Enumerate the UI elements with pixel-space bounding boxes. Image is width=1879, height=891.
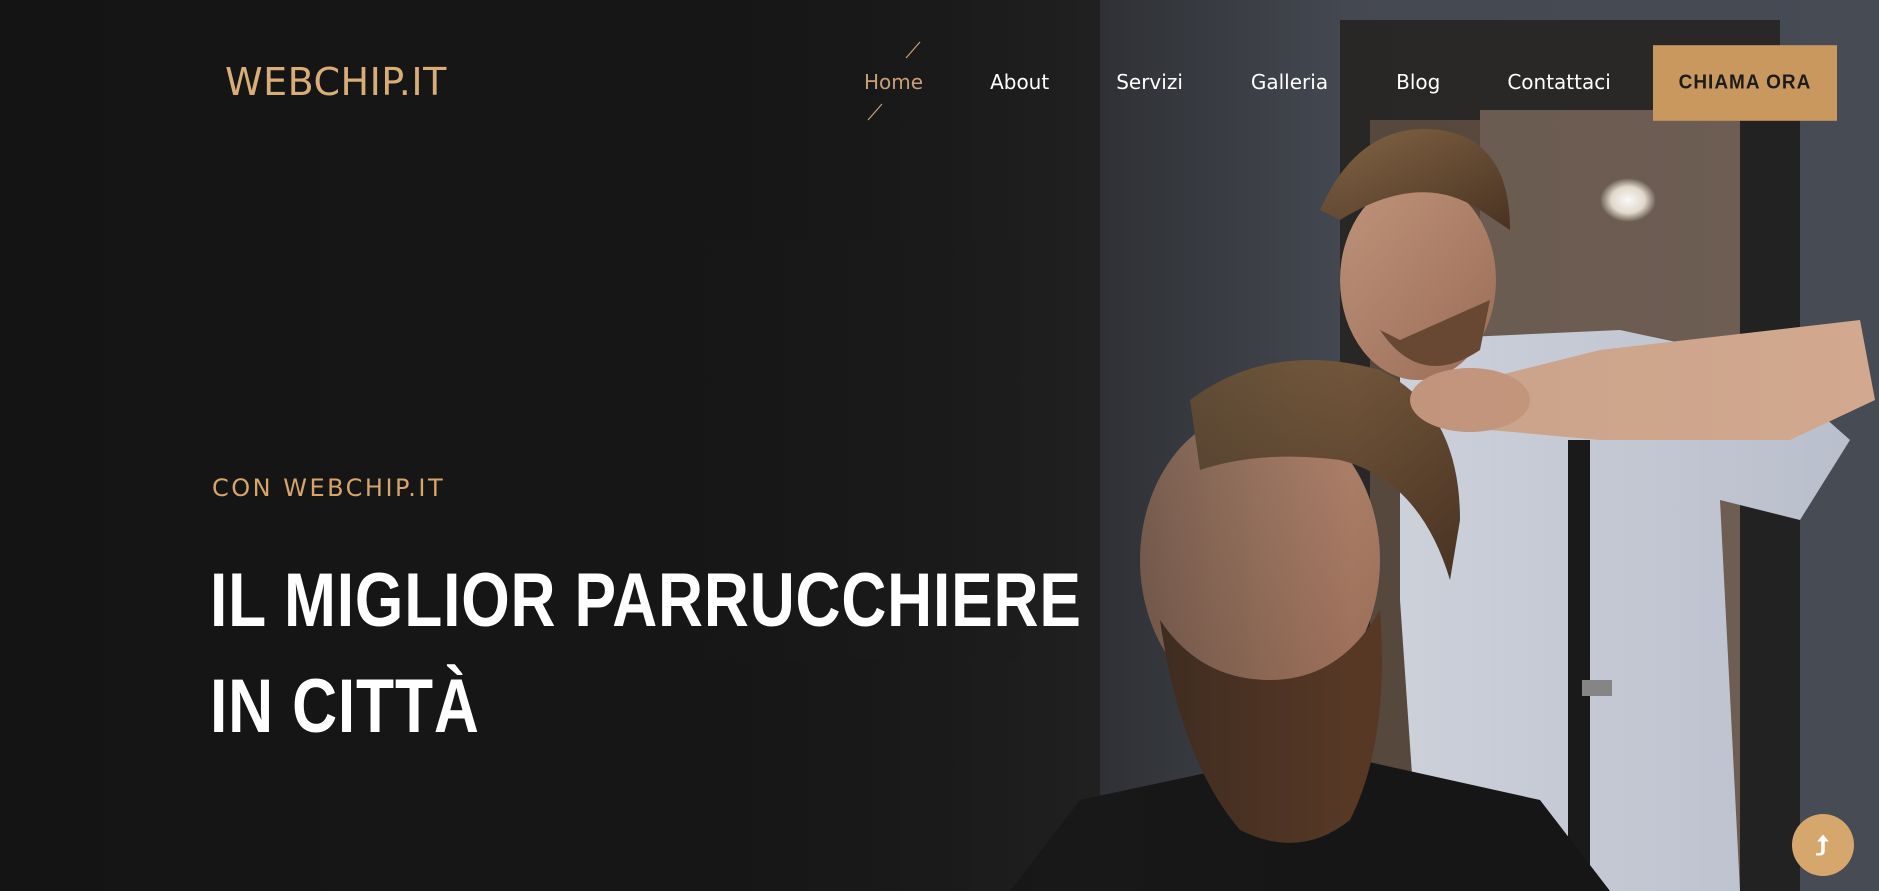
nav-item-contattaci[interactable]: Contattaci: [1507, 70, 1610, 94]
nav-label-contattaci: Contattaci: [1507, 70, 1611, 94]
hero-headline-line-2: IN CITTÀ: [210, 664, 480, 749]
arrow-up-icon: [1816, 834, 1829, 856]
site-logo[interactable]: WEBCHIP.IT: [225, 60, 447, 104]
hero-headline: IL MIGLIOR PARRUCCHIERE IN CITTÀ: [210, 548, 1082, 760]
nav-label-home: Home: [864, 70, 924, 94]
call-now-button[interactable]: CHIAMA ORA: [1653, 45, 1837, 121]
nav-item-home[interactable]: Home: [864, 41, 924, 121]
nav-label-galleria: Galleria: [1250, 70, 1329, 94]
nav-item-servizi[interactable]: Servizi: [1116, 70, 1183, 94]
nav-item-galleria[interactable]: Galleria: [1251, 70, 1328, 94]
hero-headline-line-1: IL MIGLIOR PARRUCCHIERE: [210, 558, 1082, 643]
nav-label-servizi: Servizi: [1116, 70, 1183, 94]
nav-item-about[interactable]: About: [990, 70, 1049, 94]
hero-section: WEBCHIP.IT Home About Servizi Galleria B…: [0, 0, 1879, 891]
nav-item-blog[interactable]: Blog: [1396, 70, 1440, 94]
nav-label-blog: Blog: [1396, 70, 1441, 94]
hero-eyebrow: CON WEBCHIP.IT: [212, 474, 446, 502]
main-nav: Home About Servizi Galleria Blog Contatt…: [864, 41, 1611, 121]
scroll-to-top-button[interactable]: [1792, 814, 1854, 876]
nav-label-about: About: [990, 70, 1050, 94]
